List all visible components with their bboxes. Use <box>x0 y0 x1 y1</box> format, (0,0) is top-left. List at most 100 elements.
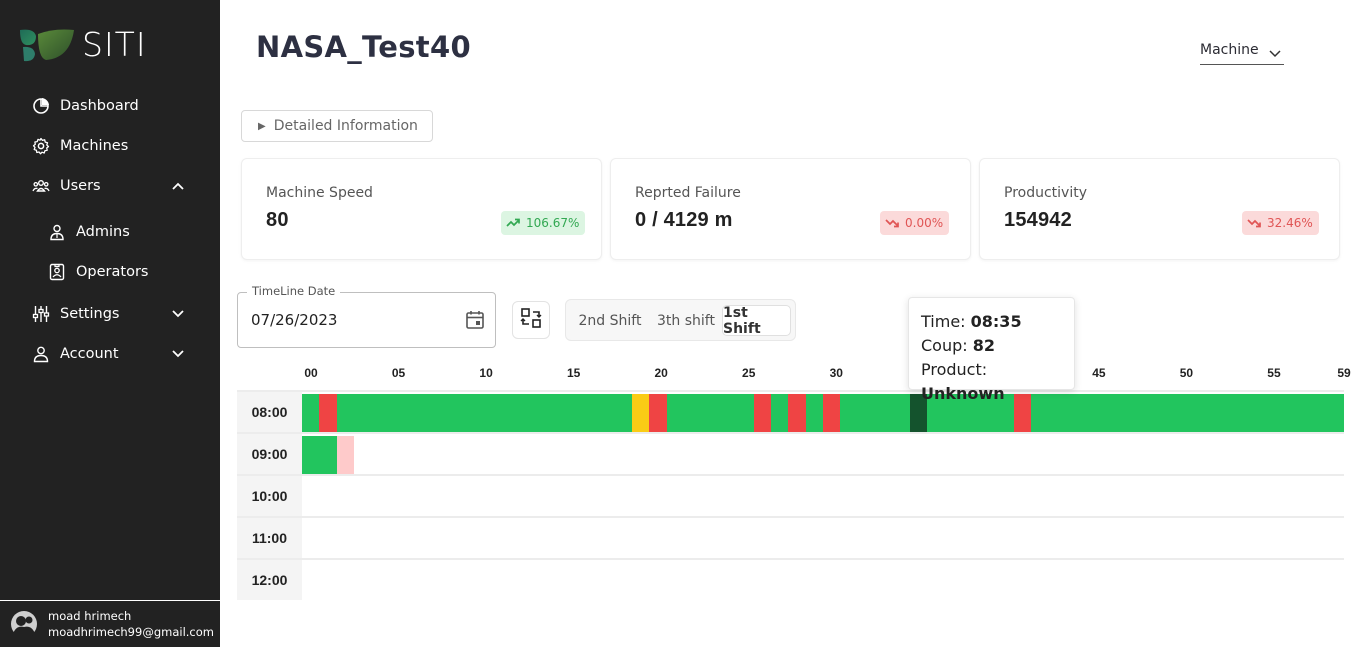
timeline-segment-running[interactable] <box>1031 394 1344 434</box>
card-label: Productivity <box>1004 185 1087 201</box>
tooltip-time-value: 08:35 <box>970 312 1022 331</box>
machine-select-value: Machine <box>1200 42 1259 58</box>
timeline-segment-running[interactable] <box>806 394 823 434</box>
pie-chart-icon <box>32 97 50 115</box>
minute-label: 25 <box>742 366 756 380</box>
sidebar: SITI Dashboard Machines Users Admins Ope… <box>0 0 220 647</box>
calendar-icon[interactable] <box>464 309 486 331</box>
timeline-grid: 08:00 09:00 10:00 11:00 12:00 <box>237 390 1344 602</box>
trend-value: 32.46% <box>1267 216 1313 230</box>
shift-3th-button[interactable]: 3th shift <box>650 305 722 336</box>
machine-select[interactable]: Machine <box>1200 40 1284 65</box>
timeline-segment-running[interactable] <box>337 394 632 434</box>
person-icon <box>32 345 50 363</box>
timeline-hour-label: 09:00 <box>237 434 302 474</box>
timeline-segment-stopped[interactable] <box>788 394 806 434</box>
tooltip-product-label: Product: <box>921 360 988 379</box>
machine-speed-card: Machine Speed 80 106.67% <box>241 158 602 260</box>
page-title: NASA_Test40 <box>256 30 471 64</box>
trend-badge: 32.46% <box>1242 211 1319 235</box>
timeline-row: 12:00 <box>237 558 1344 600</box>
timeline-segment-running[interactable] <box>667 394 754 434</box>
timeline-segment-stopped[interactable] <box>754 394 771 434</box>
timeline-segment-stopped[interactable] <box>823 394 840 434</box>
timeline-track <box>302 394 1344 434</box>
minute-label: 05 <box>391 366 406 380</box>
timeline-segment-pending[interactable] <box>337 436 354 476</box>
user-email: moadhrimech99@gmail.com <box>48 625 214 639</box>
minute-label: 15 <box>566 366 581 380</box>
users-icon <box>32 177 50 195</box>
timeline-date-field[interactable]: TimeLine Date 07/26/2023 <box>237 284 496 348</box>
timeline-hour-label: 11:00 <box>237 518 302 558</box>
timeline-segment-running[interactable] <box>302 394 319 434</box>
triangle-right-icon: ▶ <box>258 120 266 132</box>
nav-machines[interactable]: Machines <box>32 134 128 158</box>
id-badge-icon <box>48 263 66 281</box>
trending-down-icon <box>1247 219 1261 228</box>
nav-account[interactable]: Account <box>32 342 119 366</box>
nav-users-label: Users <box>60 178 101 194</box>
nav-dashboard-label: Dashboard <box>60 98 139 114</box>
brand-logo[interactable]: SITI <box>20 27 147 63</box>
tooltip-time-label: Time: <box>921 312 966 331</box>
trend-value: 0.00% <box>905 216 944 230</box>
timeline-segment-stopped[interactable] <box>649 394 667 434</box>
user-profile[interactable]: moad hrimech moadhrimech99@gmail.com <box>0 600 220 647</box>
nav-settings[interactable]: Settings <box>32 302 119 326</box>
minute-label: 59 <box>1337 366 1351 380</box>
timeline-track <box>302 562 1344 602</box>
timeline-segment-stopped[interactable] <box>319 394 337 434</box>
avatar <box>10 610 38 638</box>
minute-label: 45 <box>1092 366 1106 380</box>
detailed-information-button[interactable]: ▶ Detailed Information <box>241 110 433 142</box>
timeline-track <box>302 478 1344 518</box>
timeline-hour-label: 08:00 <box>237 392 302 432</box>
timeline-tooltip: Time: 08:35 Coup: 82 Product: Unknown <box>908 297 1075 403</box>
nav-account-label: Account <box>60 346 119 362</box>
chevron-up-icon[interactable] <box>172 180 184 192</box>
nav-users[interactable]: Users <box>32 174 101 198</box>
admin-user-icon <box>48 223 66 241</box>
nav-operators[interactable]: Operators <box>48 260 148 284</box>
timeline-hour-label: 10:00 <box>237 476 302 516</box>
timeline-segment-running[interactable] <box>302 436 337 476</box>
timeline-row: 09:00 <box>237 432 1344 476</box>
card-value: 154942 <box>1004 209 1072 231</box>
nav-dashboard[interactable]: Dashboard <box>32 94 139 118</box>
trend-badge: 0.00% <box>880 211 950 235</box>
trending-up-icon <box>506 218 520 227</box>
tooltip-product-value: Unknown <box>921 384 1005 403</box>
timeline-row: 08:00 <box>237 390 1344 434</box>
minute-label: 00 <box>304 366 318 380</box>
sliders-icon <box>32 305 50 323</box>
timeline-date-label: TimeLine Date <box>247 284 341 298</box>
minute-label: 30 <box>829 366 843 380</box>
trend-badge: 106.67% <box>501 211 586 235</box>
shift-2nd-button[interactable]: 2nd Shift <box>572 305 648 336</box>
timeline-track <box>302 436 1344 476</box>
timeline-segment-warning[interactable] <box>632 394 649 434</box>
card-value: 80 <box>266 209 289 231</box>
reported-failure-card: Reprted Failure 0 / 4129 m 0.00% <box>610 158 971 260</box>
tooltip-product: Product: Unknown <box>921 358 1074 406</box>
shift-1st-button[interactable]: 1st Shift <box>722 305 791 337</box>
timeline-segment-running[interactable] <box>771 394 788 434</box>
swap-arrows-icon <box>520 307 542 333</box>
timeline-row: 10:00 <box>237 474 1344 516</box>
timeline-segment-running[interactable] <box>840 394 910 434</box>
nav-admins[interactable]: Admins <box>48 220 130 244</box>
gear-icon <box>32 137 50 155</box>
trend-value: 106.67% <box>526 216 580 230</box>
shift-toggle-group: 2nd Shift 3th shift 1st Shift <box>565 299 796 341</box>
minute-label: 50 <box>1179 366 1194 380</box>
timeline-date-value[interactable]: 07/26/2023 <box>251 311 337 329</box>
logo-leaf-icon <box>20 28 74 62</box>
tooltip-coup: Coup: 82 <box>921 334 1074 358</box>
swap-view-button[interactable] <box>512 301 550 339</box>
chevron-down-icon[interactable] <box>172 308 184 320</box>
brand-name: SITI <box>82 25 147 64</box>
tooltip-time: Time: 08:35 <box>921 310 1074 334</box>
card-value: 0 / 4129 m <box>635 209 733 231</box>
chevron-down-icon[interactable] <box>172 348 184 360</box>
